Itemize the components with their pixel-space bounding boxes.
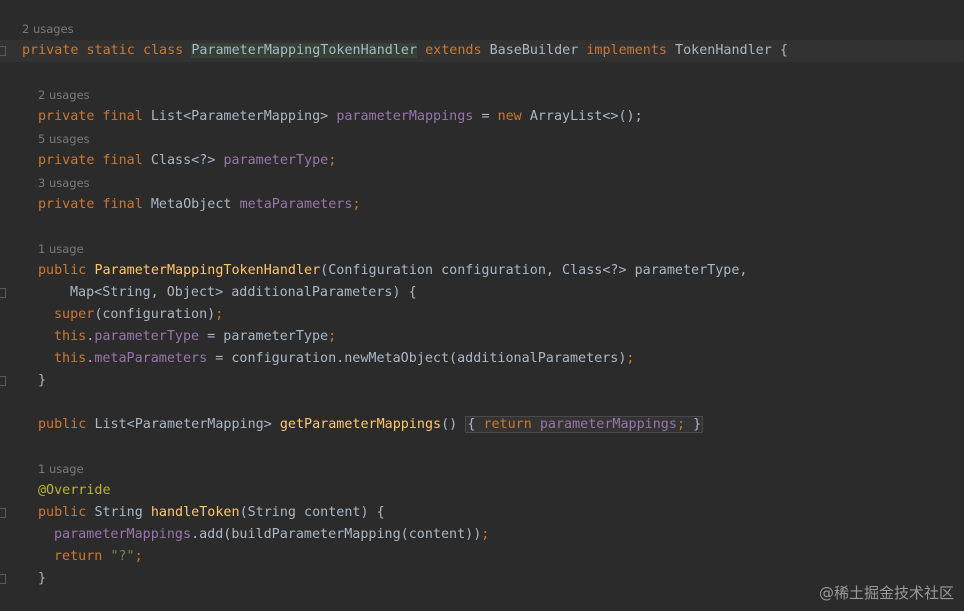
method-name[interactable]: getParameterMappings (280, 417, 441, 432)
code-line-constructor-params-continued[interactable]: Map<String, Object> additionalParameters… (70, 282, 417, 304)
fold-marker-icon[interactable] (0, 508, 6, 518)
field-name[interactable]: parameterMappings (336, 109, 473, 124)
fold-marker-icon[interactable] (0, 376, 6, 386)
semicolon: ; (676, 417, 685, 432)
type-name: String (94, 505, 143, 520)
parentheses: () (441, 417, 458, 432)
brace: { (467, 417, 476, 432)
folded-method-body[interactable]: { return parameterMappings; } (465, 416, 704, 433)
brace: } (693, 417, 702, 432)
keyword: static (86, 43, 135, 58)
semicolon: ; (626, 351, 635, 366)
code-line-constructor-signature[interactable]: public ParameterMappingTokenHandler(Conf… (38, 260, 747, 282)
type-name[interactable]: TokenHandler (675, 43, 772, 58)
usages-hint[interactable]: 3 usages (38, 173, 90, 193)
code-line-annotation[interactable]: @Override (38, 480, 111, 502)
keyword: extends (425, 43, 482, 58)
keyword: return (483, 417, 532, 432)
code-line-getter[interactable]: public List<ParameterMapping> getParamet… (38, 414, 704, 436)
expression: ArrayList<>(); (529, 109, 643, 124)
field-name[interactable]: parameterType (94, 329, 199, 344)
semicolon: ; (215, 307, 224, 322)
expression: .add(buildParameterMapping(content)) (191, 527, 482, 542)
keyword: public (38, 417, 87, 432)
field-name[interactable]: parameterMappings (540, 417, 677, 432)
keyword: public (38, 263, 87, 278)
brace: } (38, 571, 47, 586)
usages-hint[interactable]: 2 usages (22, 19, 74, 39)
expression: = configuration.newMetaObject(additional… (207, 351, 627, 366)
semicolon: ; (481, 527, 490, 542)
code-line-super-call[interactable]: super(configuration); (54, 304, 223, 326)
usages-hint[interactable]: 5 usages (38, 129, 90, 149)
code-line-add-mapping[interactable]: parameterMappings.add(buildParameterMapp… (54, 524, 489, 546)
semicolon: ; (328, 329, 337, 344)
code-line-field-meta-parameters[interactable]: private final MetaObject metaParameters; (38, 194, 361, 216)
keyword: this (54, 351, 87, 366)
code-editor[interactable]: 2 usages private static class ParameterM… (0, 0, 964, 611)
semicolon: ; (134, 549, 143, 564)
type-name: MetaObject (150, 197, 232, 212)
code-line-closing-brace[interactable]: } (38, 370, 46, 392)
code-line-class-declaration[interactable]: private static class ParameterMappingTok… (22, 40, 788, 62)
field-name[interactable]: metaParameters (94, 351, 207, 366)
expression: (configuration) (94, 307, 216, 322)
method-name[interactable]: handleToken (151, 505, 240, 520)
keyword: class (142, 43, 184, 58)
string-literal: "?" (110, 549, 135, 564)
brace: } (38, 373, 47, 388)
keyword: return (54, 549, 103, 564)
fold-marker-icon[interactable] (0, 46, 6, 56)
keyword: this (54, 329, 87, 344)
code-line-assign-parameter-type[interactable]: this.parameterType = parameterType; (54, 326, 336, 348)
field-name[interactable]: parameterMappings (54, 527, 191, 542)
keyword: private (38, 153, 95, 168)
class-name[interactable]: ParameterMappingTokenHandler (191, 43, 418, 58)
keyword: final (102, 153, 143, 168)
keyword: final (102, 109, 143, 124)
keyword: new (497, 109, 522, 124)
watermark: @稀土掘金技术社区 (818, 584, 954, 602)
keyword: private (38, 197, 95, 212)
code-line-assign-meta-parameters[interactable]: this.metaParameters = configuration.newM… (54, 348, 634, 370)
type-name[interactable]: BaseBuilder (490, 43, 579, 58)
keyword: final (102, 197, 143, 212)
usages-hint[interactable]: 1 usage (38, 459, 84, 479)
code-line-field-parameter-type[interactable]: private final Class<?> parameterType; (38, 150, 336, 172)
parameter-list: (Configuration configuration, Class<?> p… (320, 263, 748, 278)
fold-marker-icon[interactable] (0, 574, 6, 584)
annotation: @Override (38, 483, 111, 498)
type-name: List<ParameterMapping> (150, 109, 329, 124)
usages-hint[interactable]: 2 usages (38, 85, 90, 105)
code-line-return[interactable]: return "?"; (54, 546, 143, 568)
code-line-closing-brace[interactable]: } (38, 568, 46, 590)
field-name[interactable]: metaParameters (240, 197, 353, 212)
field-name[interactable]: parameterType (223, 153, 328, 168)
keyword: private (38, 109, 95, 124)
code-line-field-parameter-mappings[interactable]: private final List<ParameterMapping> par… (38, 106, 643, 128)
usages-hint[interactable]: 1 usage (38, 239, 84, 259)
parameter-list: (String content) { (239, 505, 385, 520)
method-name[interactable]: ParameterMappingTokenHandler (94, 263, 320, 278)
operator: = (481, 109, 490, 124)
type-name: List<ParameterMapping> (94, 417, 272, 432)
parameter-list: Map<String, Object> additionalParameters… (70, 285, 417, 300)
keyword: public (38, 505, 87, 520)
expression: = parameterType (199, 329, 329, 344)
semicolon: ; (352, 197, 361, 212)
brace: { (779, 43, 788, 58)
fold-marker-icon[interactable] (0, 288, 6, 298)
code-line-handle-token-signature[interactable]: public String handleToken(String content… (38, 502, 385, 524)
keyword: super (54, 307, 95, 322)
type-name: Class<?> (150, 153, 216, 168)
keyword: implements (586, 43, 667, 58)
semicolon: ; (328, 153, 337, 168)
keyword: private (22, 43, 79, 58)
